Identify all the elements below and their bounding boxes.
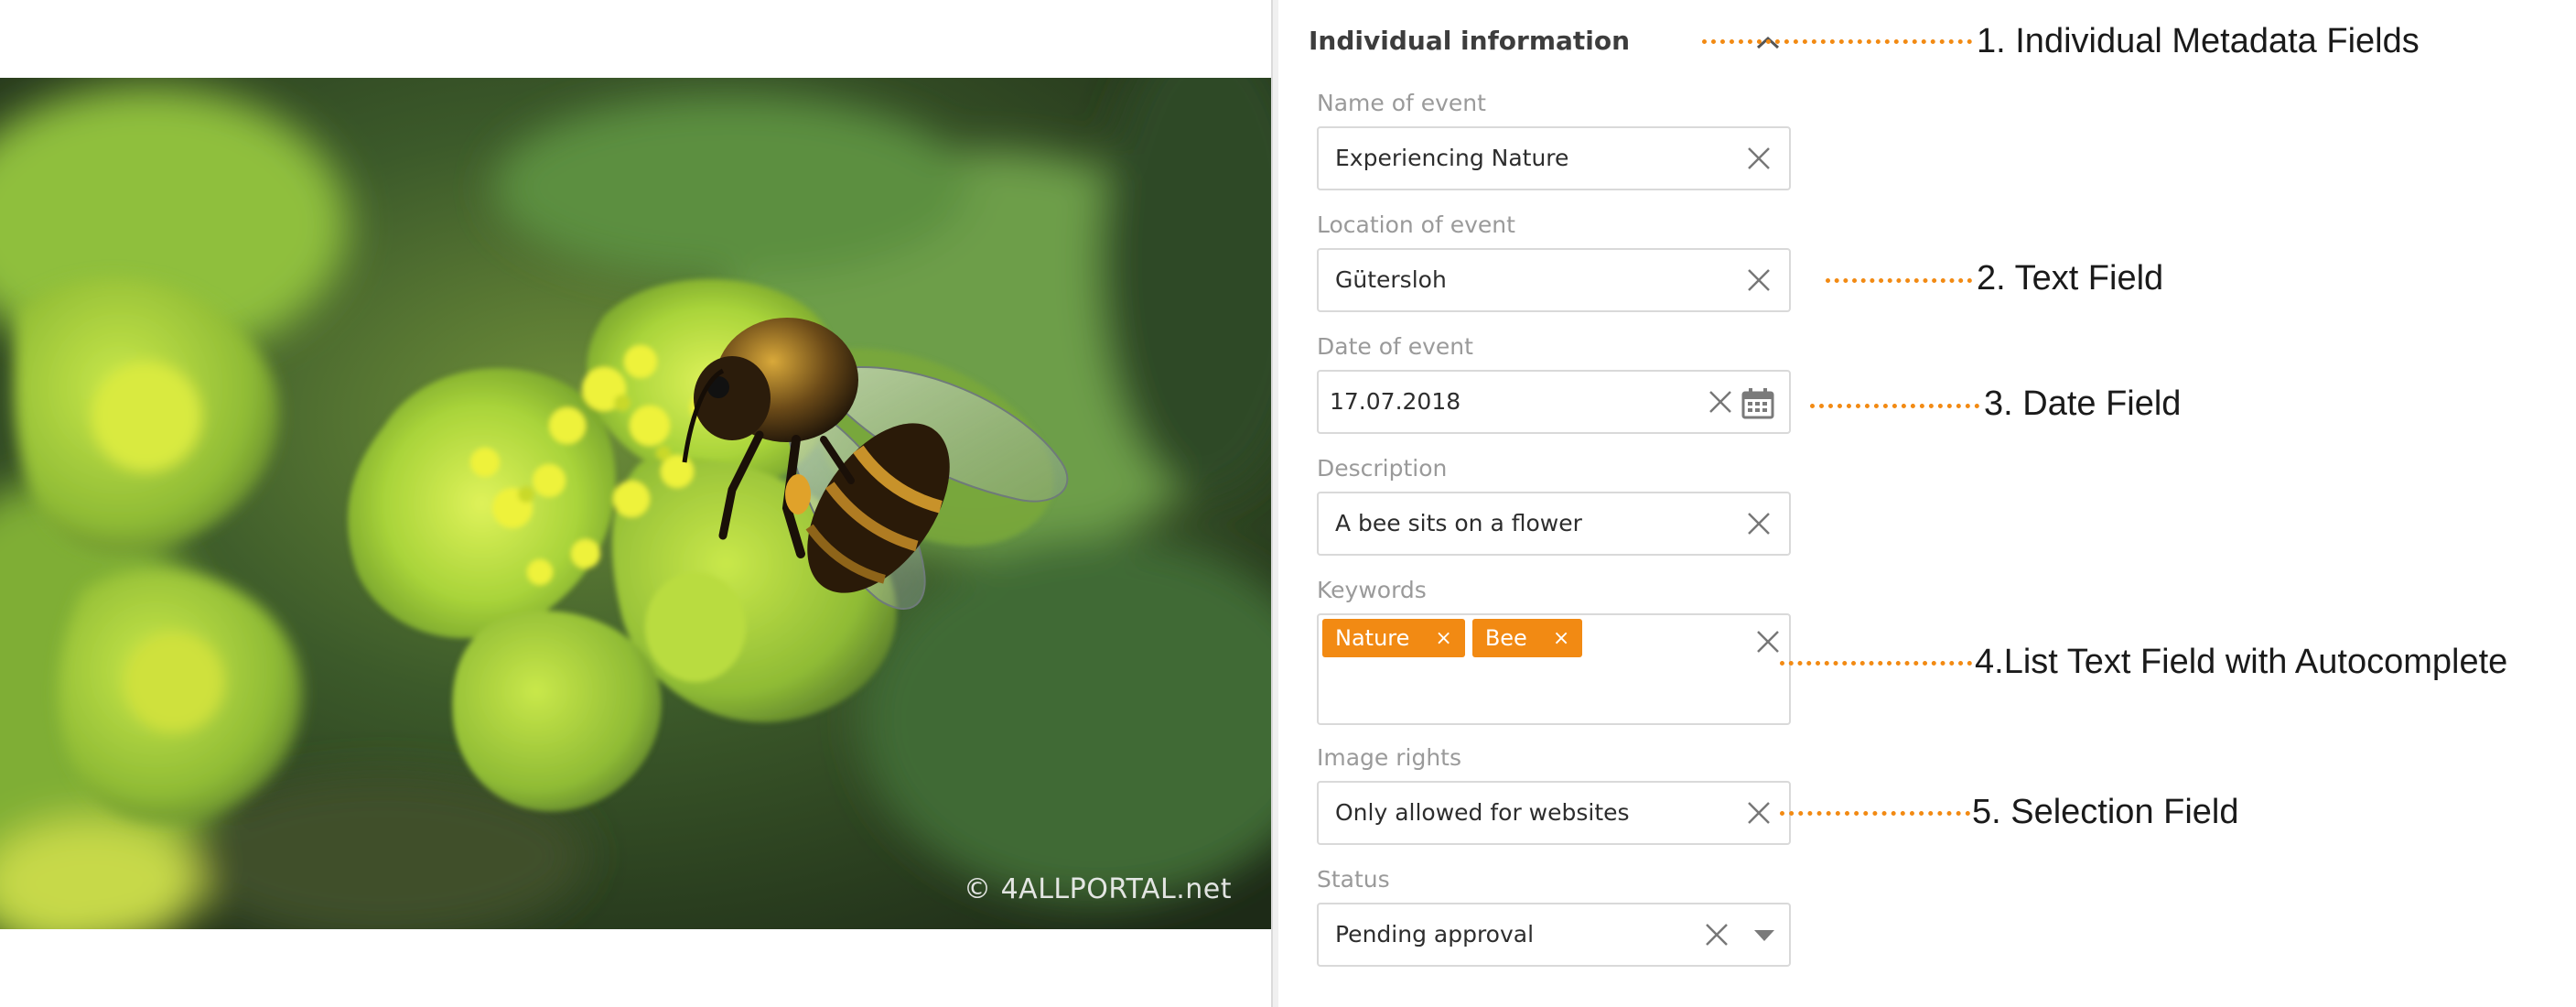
annotation-leader-line bbox=[1702, 39, 1972, 44]
keywords-field[interactable]: Nature × Bee × bbox=[1317, 613, 1791, 725]
section-title[interactable]: Individual information bbox=[1309, 26, 1630, 56]
caret-down-icon[interactable] bbox=[1752, 928, 1776, 943]
panel-divider[interactable] bbox=[1271, 0, 1278, 1007]
remove-tag-icon[interactable]: × bbox=[1553, 627, 1569, 650]
date-of-event-value[interactable]: 17.07.2018 bbox=[1330, 372, 1460, 432]
clear-icon[interactable] bbox=[1708, 390, 1732, 414]
name-of-event-field[interactable]: Experiencing Nature bbox=[1317, 126, 1791, 190]
clear-icon[interactable] bbox=[1747, 512, 1771, 536]
annotation-label: 5. Selection Field bbox=[1972, 793, 2239, 831]
clear-icon[interactable] bbox=[1756, 630, 1780, 654]
location-of-event-value[interactable]: Gütersloh bbox=[1335, 250, 1447, 310]
location-of-event-field[interactable]: Gütersloh bbox=[1317, 248, 1791, 312]
annotation-leader-line bbox=[1780, 811, 1970, 816]
remove-tag-icon[interactable]: × bbox=[1435, 627, 1451, 650]
status-select[interactable]: Pending approval bbox=[1317, 903, 1791, 967]
image-rights-select[interactable]: Only allowed for websites bbox=[1317, 781, 1791, 845]
bee-on-flower-photo bbox=[0, 78, 1272, 929]
keyword-tag-label: Bee bbox=[1484, 625, 1527, 651]
metadata-panel: Individual information Name of event Exp… bbox=[1278, 0, 1827, 1007]
keywords-label: Keywords bbox=[1317, 577, 1427, 603]
status-label: Status bbox=[1317, 866, 1390, 893]
description-value[interactable]: A bee sits on a flower bbox=[1335, 493, 1582, 554]
status-value[interactable]: Pending approval bbox=[1335, 904, 1534, 965]
location-of-event-label: Location of event bbox=[1317, 211, 1515, 238]
annotation-leader-line bbox=[1780, 661, 1972, 666]
keyword-tag[interactable]: Bee × bbox=[1471, 619, 1583, 657]
date-of-event-label: Date of event bbox=[1317, 333, 1473, 360]
image-rights-label: Image rights bbox=[1317, 744, 1462, 771]
annotation-label: 1. Individual Metadata Fields bbox=[1977, 22, 2420, 60]
annotation-label: 4.List Text Field with Autocomplete bbox=[1975, 643, 2508, 681]
name-of-event-label: Name of event bbox=[1317, 90, 1486, 116]
description-field[interactable]: A bee sits on a flower bbox=[1317, 492, 1791, 556]
annotation-leader-line bbox=[1826, 278, 1972, 283]
photo-watermark: © 4ALLPORTAL.net bbox=[964, 873, 1232, 905]
clear-icon[interactable] bbox=[1747, 146, 1771, 170]
keyword-tag[interactable]: Nature × bbox=[1322, 619, 1465, 657]
keyword-tag-list: Nature × Bee × bbox=[1322, 619, 1583, 657]
clear-icon[interactable] bbox=[1747, 268, 1771, 292]
description-label: Description bbox=[1317, 455, 1448, 482]
keyword-tag-label: Nature bbox=[1335, 625, 1410, 651]
clear-icon[interactable] bbox=[1747, 801, 1771, 825]
image-rights-value[interactable]: Only allowed for websites bbox=[1335, 783, 1630, 843]
date-of-event-field[interactable]: 17.07.2018 bbox=[1317, 370, 1791, 434]
calendar-icon[interactable] bbox=[1741, 388, 1774, 419]
name-of-event-value[interactable]: Experiencing Nature bbox=[1335, 128, 1568, 189]
asset-preview-image: © 4ALLPORTAL.net bbox=[0, 78, 1272, 929]
annotation-label: 2. Text Field bbox=[1977, 259, 2164, 298]
clear-icon[interactable] bbox=[1705, 923, 1729, 947]
annotation-label: 3. Date Field bbox=[1984, 384, 2182, 423]
annotation-leader-line bbox=[1810, 404, 1979, 408]
